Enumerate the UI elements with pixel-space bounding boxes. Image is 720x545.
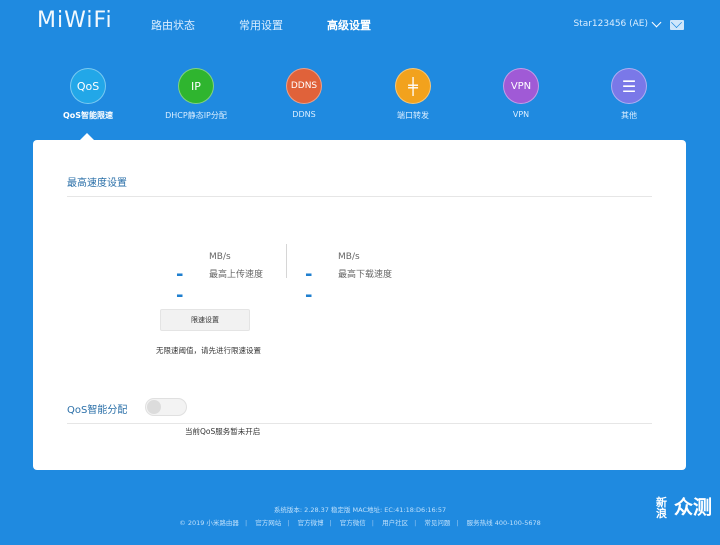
watermark-small: 新浪 (655, 496, 667, 520)
qos-allocation-label: QoS智能分配 (67, 405, 128, 416)
user-menu[interactable]: Star123456 (AE) (573, 17, 662, 29)
chevron-down-icon (651, 17, 662, 27)
top-bar: MiWiFi 路由状态 常用设置 高级设置 Star123456 (AE) (0, 0, 720, 50)
speed-separator (286, 244, 287, 278)
divider (67, 196, 652, 197)
port-forward-icon: ╪ (395, 68, 431, 104)
upload-unit: MB/s (209, 252, 231, 262)
nav-router-status[interactable]: 路由状态 (151, 17, 195, 33)
feature-row: QoS QoS智能限速 IP DHCP静态IP分配 DDNS DDNS ╪ 端口… (33, 68, 686, 128)
feature-vpn[interactable]: VPN VPN (466, 68, 576, 119)
feature-qos[interactable]: QoS QoS智能限速 (33, 68, 143, 121)
feature-label: QoS智能限速 (62, 111, 114, 120)
download-value: - - (305, 264, 315, 306)
nav-common-settings[interactable]: 常用设置 (239, 17, 283, 33)
panel-pointer (80, 133, 94, 140)
link-official-site[interactable]: 官方网站 (255, 517, 281, 527)
ddns-icon: DDNS (286, 68, 322, 104)
watermark-big: 众测 (673, 496, 712, 519)
feature-label: 其他 (621, 111, 637, 120)
limit-hint: 无限速阈值，请先进行限速设置 (156, 346, 261, 355)
feature-label: VPN (512, 110, 530, 119)
nav-advanced-settings[interactable]: 高级设置 (327, 17, 371, 33)
footer-version: 系统版本: 2.28.37 稳定版 MAC地址: EC:41:18:D6:16:… (273, 506, 447, 514)
feature-dhcp-static-ip[interactable]: IP DHCP静态IP分配 (141, 68, 251, 121)
vpn-icon: VPN (503, 68, 539, 104)
link-wechat[interactable]: 官方微信 (340, 517, 366, 527)
qos-panel: 最高速度设置 - - MB/s 最高上传速度 - - MB/s 最高下载速度 限… (33, 133, 686, 470)
qos-icon: QoS (70, 68, 106, 104)
copyright: © 2019 小米路由器 (179, 519, 239, 527)
feature-ddns[interactable]: DDNS DDNS (249, 68, 359, 119)
link-community[interactable]: 用户社区 (382, 517, 408, 527)
feature-port-forward[interactable]: ╪ 端口转发 (358, 68, 468, 121)
upload-label: 最高上传速度 (209, 270, 264, 280)
watermark: 新浪 众测 (656, 497, 712, 519)
upload-value: - - (176, 264, 186, 306)
section-title: 最高速度设置 (67, 178, 127, 189)
feature-label: DDNS (292, 110, 316, 119)
download-unit: MB/s (338, 252, 360, 262)
logo: MiWiFi (37, 8, 113, 33)
feature-label: DHCP静态IP分配 (165, 111, 227, 120)
mail-icon[interactable] (670, 20, 684, 30)
service-hotline: 服务热线 400-100-5678 (466, 519, 541, 527)
feature-other[interactable]: ☰ 其他 (574, 68, 684, 121)
menu-icon: ☰ (611, 68, 647, 104)
download-label: 最高下载速度 (338, 270, 393, 280)
link-weibo[interactable]: 官方微博 (298, 517, 324, 527)
link-faq[interactable]: 常见问题 (424, 517, 450, 527)
ip-icon: IP (178, 68, 214, 104)
qos-status: 当前QoS服务暂未开启 (185, 427, 261, 436)
username: Star123456 (AE) (573, 19, 648, 29)
footer-links: © 2019 小米路由器 | 官方网站 | 官方微博 | 官方微信 | 用户社区 | 常见… (179, 517, 541, 527)
qos-toggle[interactable] (145, 398, 187, 416)
divider (67, 423, 652, 424)
limit-settings-button[interactable]: 限速设置 (160, 309, 250, 331)
toggle-knob (147, 400, 161, 414)
feature-label: 端口转发 (397, 111, 429, 120)
main-nav: 路由状态 常用设置 高级设置 (151, 17, 415, 33)
